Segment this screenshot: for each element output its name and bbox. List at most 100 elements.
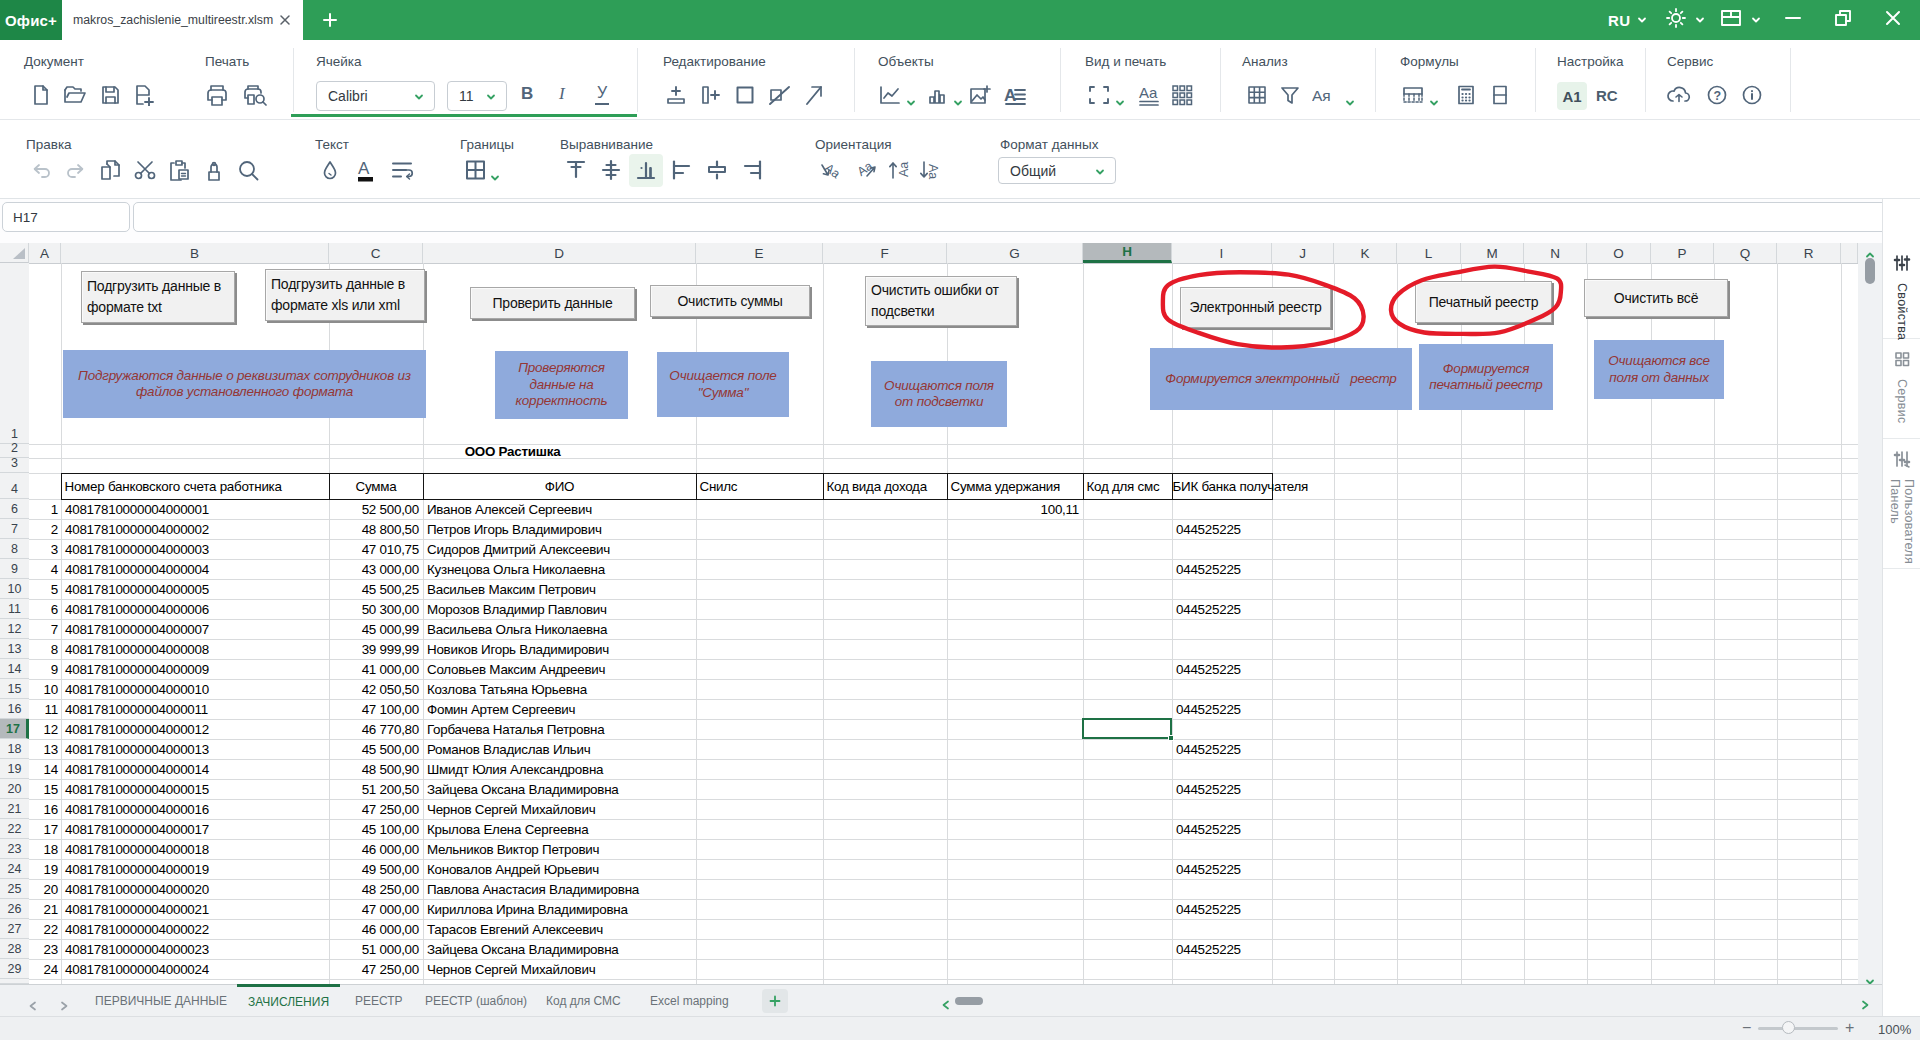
frame-button[interactable] (732, 82, 758, 108)
calculator-button[interactable] (1453, 82, 1479, 108)
row-header-4[interactable]: 4 (0, 473, 29, 499)
cell-account[interactable]: 40817810000004000015 (62, 780, 328, 799)
row-header-12[interactable]: 12 (0, 619, 29, 639)
cell-account[interactable]: 40817810000004000002 (62, 520, 328, 539)
row-header-27[interactable]: 27 (0, 919, 29, 939)
formula-input[interactable] (133, 202, 1917, 232)
cell-name[interactable]: Павлова Анастасия Владимировна (424, 880, 695, 899)
cell-sum[interactable]: 45 500,25 (330, 580, 422, 599)
a1-reference-style-button[interactable]: A1 (1557, 82, 1587, 110)
column-header-K[interactable]: K (1334, 243, 1397, 263)
cell-account[interactable]: 40817810000004000021 (62, 900, 328, 919)
format-painter-button[interactable] (201, 157, 227, 183)
row-header-28[interactable]: 28 (0, 939, 29, 959)
row-header-16[interactable]: 16 (0, 699, 29, 719)
clear-sums-button[interactable]: Очистить суммы (650, 285, 810, 317)
cell-bik[interactable]: 044525225 (1173, 700, 1271, 719)
cell-sum[interactable]: 46 770,80 (330, 720, 422, 739)
vertical-scroll-thumb[interactable] (1865, 258, 1875, 284)
cut-button[interactable] (132, 157, 158, 183)
zoom-out-button[interactable]: − (1742, 1019, 1751, 1037)
row-header-24[interactable]: 24 (0, 859, 29, 879)
clear-highlight-errors-button[interactable]: Очистить ошибки отподсветки (865, 276, 1017, 326)
cell-account[interactable]: 40817810000004000022 (62, 920, 328, 939)
align-bottom-button[interactable] (633, 157, 659, 183)
cell-name[interactable]: Чернов Сергей Михайлович (424, 960, 695, 979)
window-layout-selector[interactable] (1718, 0, 1761, 40)
column-header-I[interactable]: I (1172, 243, 1272, 263)
cell-name[interactable]: Соловьев Максим Андреевич (424, 660, 695, 679)
column-header-M[interactable]: M (1461, 243, 1524, 263)
save-as-button[interactable] (131, 82, 157, 108)
cell-sum[interactable]: 52 500,00 (330, 500, 422, 519)
rotate-up-button[interactable]: Aa (853, 157, 879, 183)
cell-index[interactable]: 20 (30, 880, 60, 899)
cell-sum[interactable]: 39 999,99 (330, 640, 422, 659)
vertical-scrollbar[interactable] (1858, 243, 1882, 984)
cell-account[interactable]: 40817810000004000013 (62, 740, 328, 759)
cell-name[interactable]: Горбачева Наталья Петровна (424, 720, 695, 739)
cell-account[interactable]: 40817810000004000023 (62, 940, 328, 959)
column-header-E[interactable]: E (696, 243, 823, 263)
copy-button[interactable] (97, 157, 123, 183)
cell-account[interactable]: 40817810000004000014 (62, 760, 328, 779)
cell-sum[interactable]: 49 500,00 (330, 860, 422, 879)
cell-index[interactable]: 7 (30, 620, 60, 639)
column-header-R[interactable]: R (1777, 243, 1841, 263)
cell-index[interactable]: 3 (30, 540, 60, 559)
sheet-nav-right-icon[interactable] (60, 997, 69, 1015)
column-header-Q[interactable]: Q (1714, 243, 1777, 263)
borders-button[interactable] (463, 157, 489, 183)
line-chart-button[interactable] (877, 82, 903, 108)
cell-bik[interactable]: 044525225 (1173, 860, 1271, 879)
open-folder-button[interactable] (62, 82, 88, 108)
row-header-21[interactable]: 21 (0, 799, 29, 819)
cell-index[interactable]: 18 (30, 840, 60, 859)
column-header-H[interactable]: H (1083, 243, 1172, 263)
cell-name[interactable]: Романов Владислав Ильич (424, 740, 695, 759)
print-preview-button[interactable] (242, 82, 268, 108)
wrap-text-button[interactable] (389, 157, 415, 183)
insert-row-button[interactable] (663, 82, 689, 108)
table-header-account[interactable]: Номер банковского счета работника (61, 473, 330, 500)
undo-button[interactable] (28, 157, 54, 183)
cell-account[interactable]: 40817810000004000001 (62, 500, 328, 519)
column-header-O[interactable]: O (1587, 243, 1651, 263)
cell-index[interactable]: 5 (30, 580, 60, 599)
zoom-slider-track[interactable] (1758, 1027, 1838, 1030)
column-header-C[interactable]: C (329, 243, 423, 263)
cell-name[interactable]: Зайцева Оксана Владимировна (424, 940, 695, 959)
row-header-29[interactable]: 29 (0, 959, 29, 979)
document-close-icon[interactable] (277, 12, 293, 28)
merge-cells-button[interactable] (766, 82, 792, 108)
cell-index[interactable]: 11 (30, 700, 60, 719)
add-sheet-button[interactable] (762, 989, 788, 1013)
cell-sum[interactable]: 51 000,00 (330, 940, 422, 959)
cell-index[interactable]: 1 (30, 500, 60, 519)
side-tab-user-panel[interactable]: ПанельПользователя (1883, 439, 1920, 569)
cell-account[interactable]: 40817810000004000009 (62, 660, 328, 679)
restore-button[interactable] (1832, 0, 1854, 40)
name-manager-button[interactable] (1487, 82, 1513, 108)
cell-account[interactable]: 40817810000004000017 (62, 820, 328, 839)
row-header-10[interactable]: 10 (0, 579, 29, 599)
cell-name[interactable]: Коновалов Андрей Юрьевич (424, 860, 695, 879)
cell-name[interactable]: Мельников Виктор Петрович (424, 840, 695, 859)
row-header-7[interactable]: 7 (0, 519, 29, 539)
horizontal-scroll-thumb[interactable] (955, 997, 983, 1005)
side-tab-properties[interactable]: Свойства (1883, 243, 1920, 339)
italic-button[interactable]: I (559, 84, 565, 104)
insert-column-button[interactable] (697, 82, 723, 108)
cell-account[interactable]: 40817810000004000003 (62, 540, 328, 559)
cell-name[interactable]: Козлова Татьяна Юрьевна (424, 680, 695, 699)
column-header-F[interactable]: F (823, 243, 947, 263)
row-header-14[interactable]: 14 (0, 659, 29, 679)
print-button[interactable] (204, 82, 230, 108)
filter-button[interactable] (1277, 82, 1303, 108)
cell-name[interactable]: Крылова Елена Сергеевна (424, 820, 695, 839)
cell-sum[interactable]: 50 300,00 (330, 600, 422, 619)
cell-index[interactable]: 22 (30, 920, 60, 939)
cell-name[interactable]: Шмидт Юлия Александровна (424, 760, 695, 779)
print-registry-button[interactable]: Печатный реестр (1415, 281, 1552, 323)
company-title-cell[interactable]: ООО Растишка (329, 445, 696, 458)
